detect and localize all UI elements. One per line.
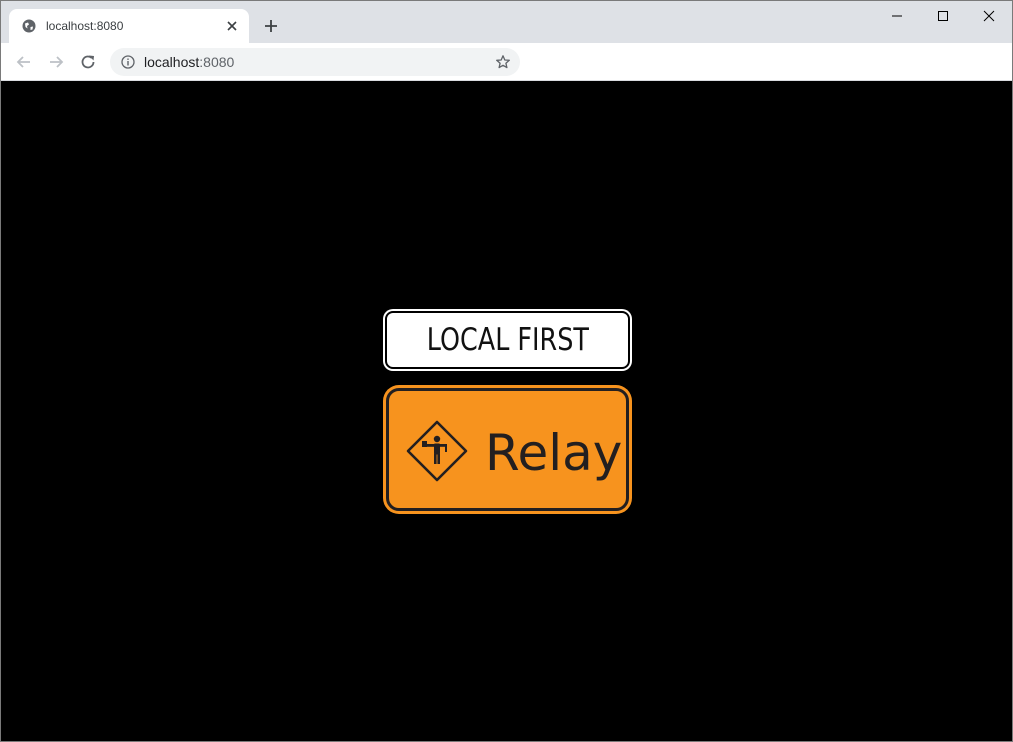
close-window-button[interactable] <box>966 1 1012 31</box>
address-bar[interactable]: localhost:8080 <box>110 48 520 76</box>
close-icon <box>983 10 995 22</box>
plaque-text: LOCAL FIRST <box>426 322 589 358</box>
arrow-right-icon[interactable] <box>46 52 66 72</box>
url-text[interactable]: localhost:8080 <box>144 54 234 70</box>
close-icon[interactable] <box>224 18 240 34</box>
arrow-left-icon[interactable] <box>14 52 34 72</box>
plus-icon[interactable] <box>262 17 280 35</box>
relay-sign-border: Relay <box>386 388 629 511</box>
plaque-border: LOCAL FIRST <box>385 311 630 369</box>
minimize-button[interactable] <box>874 1 920 31</box>
star-icon[interactable] <box>495 54 511 70</box>
page-viewport: LOCAL FIRST Relay <box>1 81 1012 741</box>
local-first-plaque: LOCAL FIRST <box>383 309 632 371</box>
tab-title: localhost:8080 <box>46 19 124 33</box>
tab-strip: localhost:8080 <box>1 1 1012 43</box>
browser-window: localhost:8080 localhost:8080 LOCAL FIRS… <box>0 0 1013 742</box>
tab-localhost[interactable]: localhost:8080 <box>9 9 249 43</box>
relay-sign: Relay <box>383 385 632 514</box>
globe-icon <box>22 19 36 33</box>
url-host: localhost <box>144 54 200 70</box>
info-icon[interactable] <box>121 55 135 69</box>
flagger-diamond-icon <box>406 420 468 482</box>
maximize-button[interactable] <box>920 1 966 31</box>
reload-icon[interactable] <box>78 52 98 72</box>
maximize-icon <box>938 11 948 21</box>
relay-sign-text: Relay <box>485 424 623 482</box>
url-port: :8080 <box>199 54 235 70</box>
minimize-icon <box>892 15 902 17</box>
toolbar: localhost:8080 <box>1 43 1012 81</box>
